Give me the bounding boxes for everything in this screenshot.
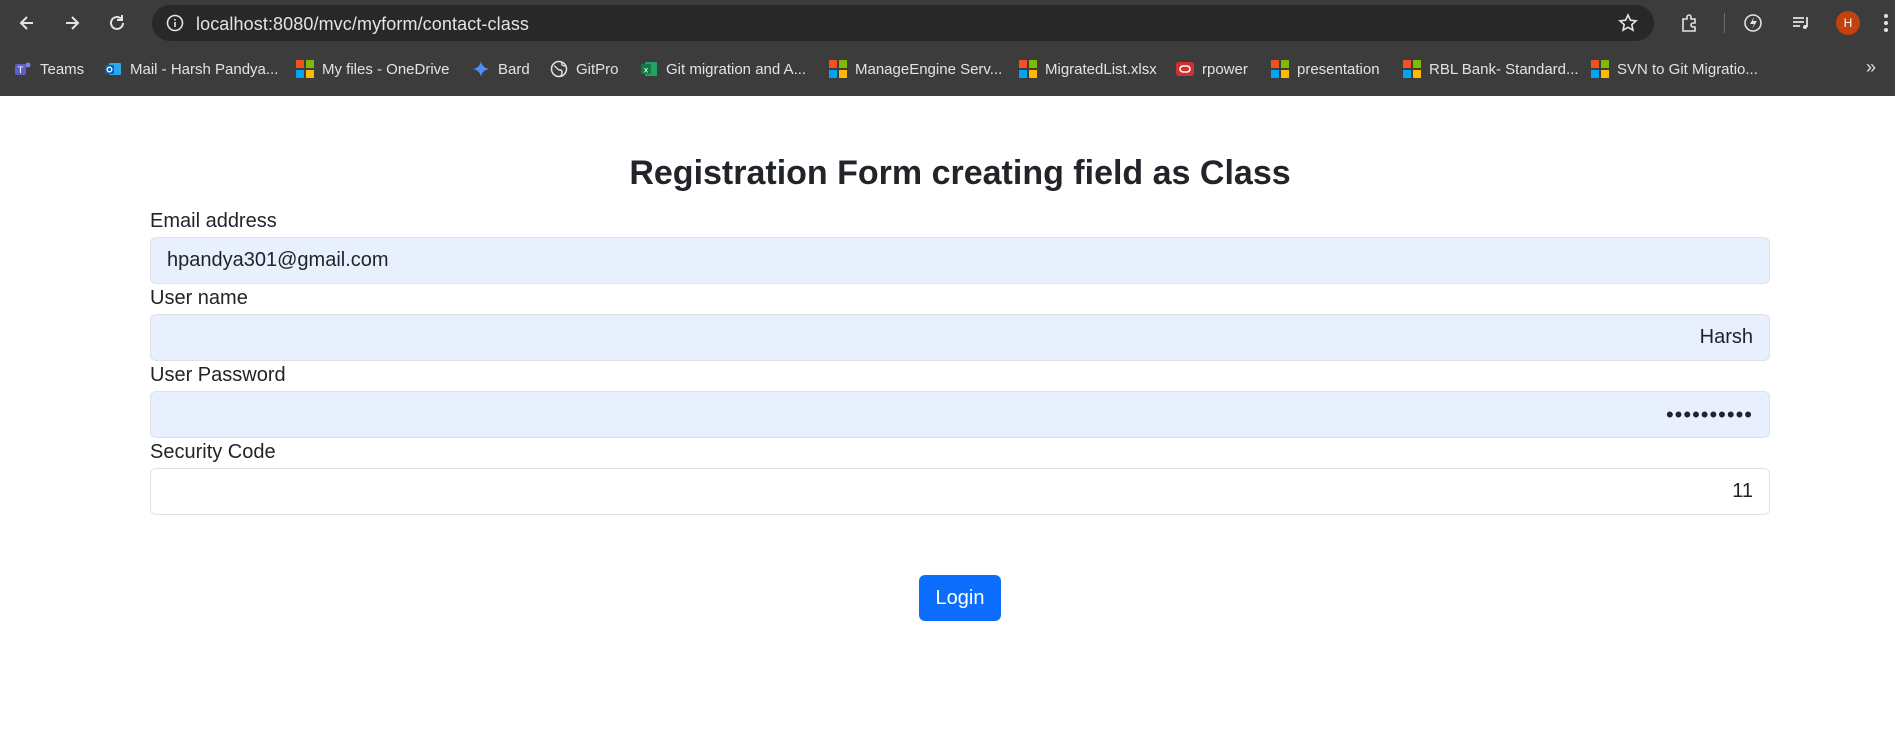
- microsoft-icon: [296, 60, 314, 78]
- arrow-right-icon: [66, 16, 80, 30]
- dot-icon: [1884, 20, 1888, 25]
- profile-avatar[interactable]: H: [1836, 11, 1860, 35]
- bookmark-gitpro[interactable]: GitPro: [550, 58, 619, 80]
- bookmark-label: rpower: [1202, 60, 1248, 78]
- globe-icon: [550, 60, 568, 78]
- bookmark-label: SVN to Git Migratio...: [1617, 60, 1758, 78]
- bookmark-star-icon[interactable]: [1618, 13, 1638, 33]
- media-controls-button[interactable]: [1790, 12, 1812, 34]
- page-title: Registration Form creating field as Clas…: [629, 154, 1291, 192]
- speedometer-icon: [1744, 14, 1762, 32]
- bookmark-onedrive[interactable]: My files - OneDrive: [296, 58, 450, 80]
- page-content: Registration Form creating field as Clas…: [0, 96, 1895, 735]
- outlook-icon: [105, 63, 121, 75]
- bookmark-label: Mail - Harsh Pandya...: [130, 60, 279, 78]
- reload-button[interactable]: [102, 8, 132, 38]
- performance-button[interactable]: [1742, 12, 1764, 34]
- microsoft-icon: [1591, 60, 1609, 78]
- site-info-icon[interactable]: [166, 14, 184, 32]
- browser-chrome: localhost:8080/mvc/myform/contact-class …: [0, 0, 1895, 96]
- bookmark-migratedlist[interactable]: MigratedList.xlsx: [1019, 58, 1157, 80]
- bard-icon: [473, 61, 489, 77]
- more-menu-button[interactable]: [1883, 12, 1889, 34]
- bookmark-mail[interactable]: Mail - Harsh Pandya...: [104, 58, 278, 80]
- bookmark-rbl-bank[interactable]: RBL Bank- Standard...: [1403, 58, 1579, 80]
- bookmark-label: RBL Bank- Standard...: [1429, 60, 1579, 78]
- forward-button[interactable]: [57, 8, 87, 38]
- password-field[interactable]: ••••••••••: [150, 391, 1770, 438]
- svg-text:T: T: [17, 66, 24, 76]
- email-field[interactable]: hpandya301@gmail.com: [150, 237, 1770, 284]
- bookmark-label: Git migration and A...: [666, 60, 807, 78]
- bookmark-rpower[interactable]: rpower: [1176, 58, 1248, 80]
- dot-icon: [1884, 13, 1888, 18]
- username-label: User name: [150, 287, 248, 309]
- puzzle-icon: [1682, 14, 1696, 32]
- bookmark-presentation[interactable]: presentation: [1271, 58, 1380, 80]
- username-field[interactable]: Harsh: [150, 314, 1770, 361]
- login-button[interactable]: Login: [919, 575, 1001, 621]
- bookmark-manageengine[interactable]: ManageEngine Serv...: [829, 58, 1002, 80]
- bookmark-teams[interactable]: T Teams: [14, 58, 84, 80]
- bookmark-label: GitPro: [576, 60, 619, 78]
- microsoft-icon: [829, 60, 847, 78]
- microsoft-icon: [1403, 60, 1421, 78]
- dot-icon: [1884, 28, 1888, 33]
- bookmarks-overflow-chevron-icon[interactable]: »: [1866, 57, 1876, 78]
- teams-icon: T: [15, 62, 31, 76]
- bookmark-git-migration[interactable]: x Git migration and A...: [640, 58, 806, 80]
- security-code-label: Security Code: [150, 441, 276, 463]
- bookmark-label: MigratedList.xlsx: [1045, 60, 1157, 78]
- reload-icon: [110, 15, 124, 30]
- arrow-left-icon: [19, 16, 33, 30]
- back-button[interactable]: [12, 8, 42, 38]
- extensions-button[interactable]: [1679, 12, 1701, 34]
- address-bar[interactable]: localhost:8080/mvc/myform/contact-class: [152, 5, 1654, 41]
- bookmark-svn-to-git[interactable]: SVN to Git Migratio...: [1591, 58, 1758, 80]
- microsoft-icon: [1271, 60, 1289, 78]
- bookmark-label: Bard: [498, 60, 530, 78]
- security-code-field[interactable]: 11: [150, 468, 1770, 515]
- excel-icon: x: [641, 62, 657, 76]
- playlist-icon: [1793, 17, 1808, 29]
- bookmark-label: Teams: [40, 60, 85, 78]
- bookmark-label: My files - OneDrive: [322, 60, 450, 78]
- toolbar-divider: [1724, 13, 1725, 33]
- bookmark-label: presentation: [1297, 60, 1380, 78]
- bookmark-bard[interactable]: Bard: [472, 58, 530, 80]
- svg-text:x: x: [644, 66, 649, 75]
- bookmarks-bar: T Teams Mail - Harsh Pandya... My files …: [0, 52, 1895, 86]
- password-label: User Password: [150, 364, 286, 386]
- email-label: Email address: [150, 210, 277, 232]
- microsoft-icon: [1019, 60, 1037, 78]
- browser-toolbar: localhost:8080/mvc/myform/contact-class …: [0, 0, 1895, 46]
- oracle-icon: [1176, 62, 1194, 76]
- url-text: localhost:8080/mvc/myform/contact-class: [196, 14, 530, 34]
- bookmark-label: ManageEngine Serv...: [855, 60, 1003, 78]
